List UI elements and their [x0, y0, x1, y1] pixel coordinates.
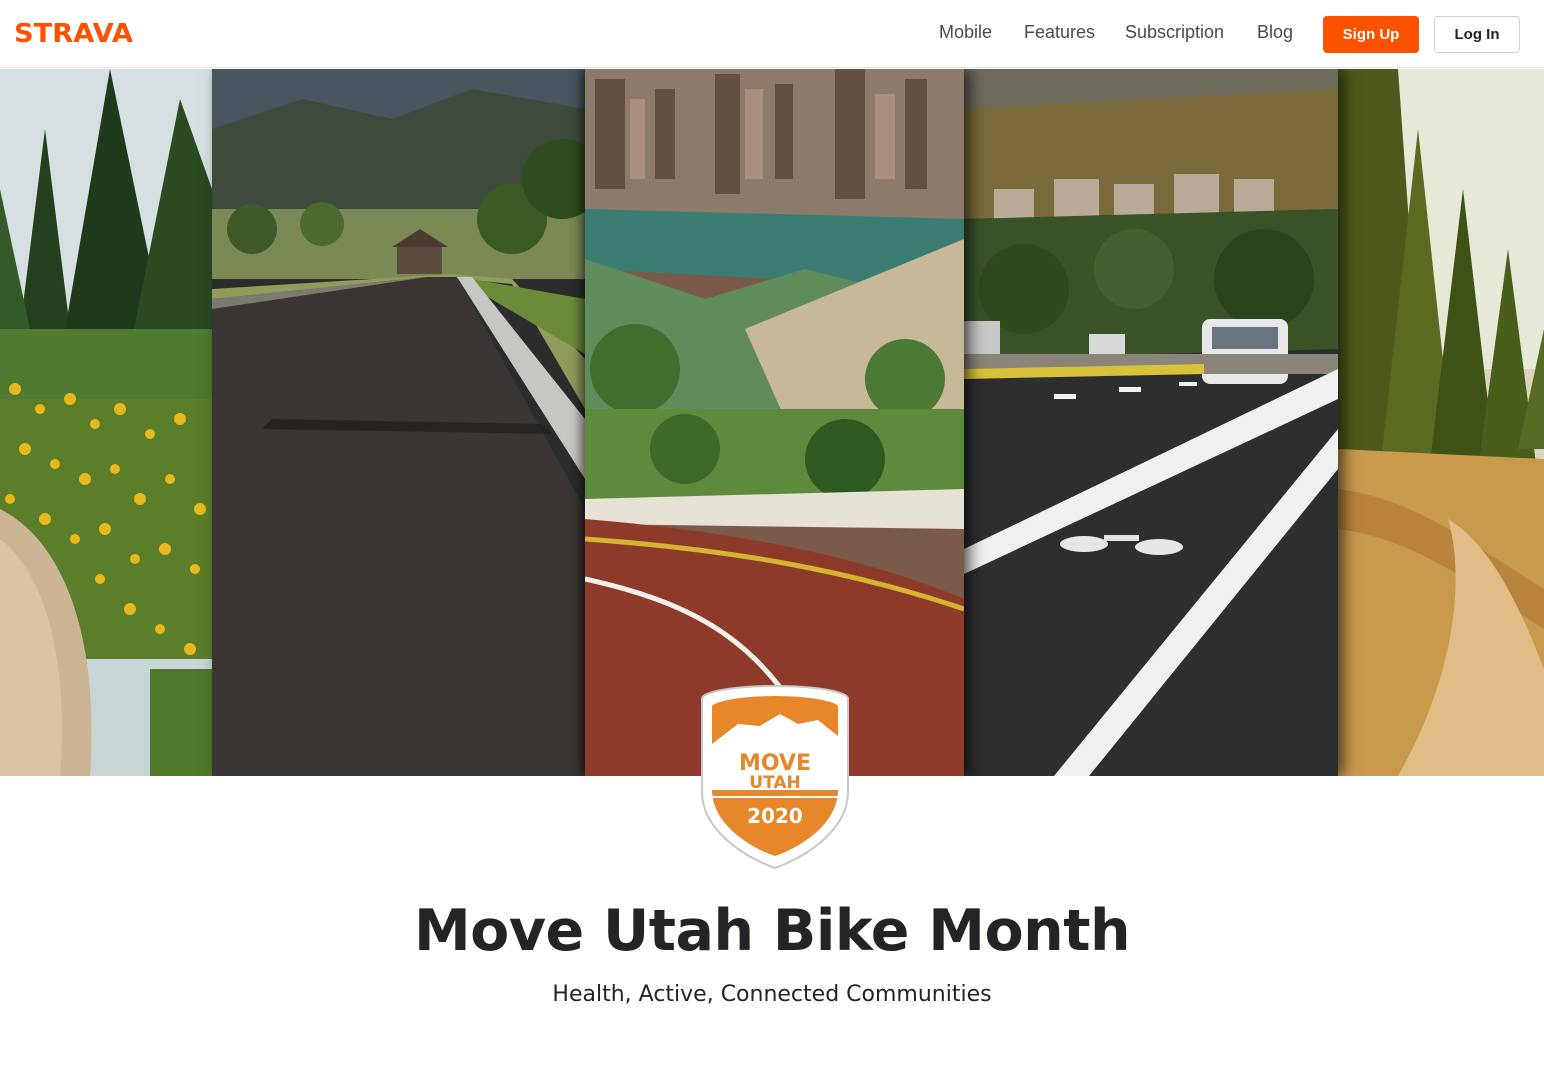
suburban-road-photo: [212, 69, 585, 776]
wildflower-trail-photo: [0, 69, 212, 776]
badge-line2: UTAH: [749, 773, 800, 793]
bike-lane-photo: [964, 69, 1338, 776]
move-utah-2020-badge: MOVE UTAH 2020: [698, 684, 852, 870]
page-title: Move Utah Bike Month: [413, 898, 1131, 964]
badge-year: 2020: [747, 804, 803, 828]
log-in-button[interactable]: Log In: [1434, 16, 1520, 53]
forest-dirt-trail-photo: [1338, 69, 1544, 776]
sign-up-button[interactable]: Sign Up: [1323, 16, 1419, 53]
nav-link-mobile[interactable]: Mobile: [939, 22, 992, 43]
top-navigation-bar: STRAVA Mobile Features Subscription Blog…: [0, 0, 1544, 68]
nav-link-blog[interactable]: Blog: [1257, 22, 1293, 43]
canyon-road-photo: [585, 69, 964, 776]
page-subtitle: Health, Active, Connected Communities: [552, 982, 992, 1007]
strava-logo[interactable]: STRAVA: [14, 19, 133, 49]
hero-photo-collage: [0, 69, 1544, 776]
nav-link-subscription[interactable]: Subscription: [1125, 22, 1224, 43]
nav-link-features[interactable]: Features: [1024, 22, 1095, 43]
